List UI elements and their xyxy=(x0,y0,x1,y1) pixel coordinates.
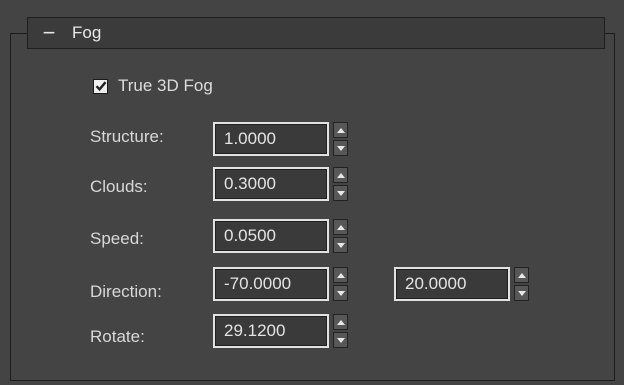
structure-input[interactable]: 1.0000 xyxy=(213,122,329,156)
true-3d-fog-checkbox[interactable] xyxy=(93,78,108,94)
speed-input[interactable]: 0.0500 xyxy=(213,219,329,253)
structure-label: Structure: xyxy=(90,127,164,146)
direction-spin-buttons-1 xyxy=(333,267,348,301)
direction-spinner-2: 20.0000 xyxy=(394,267,529,301)
speed-increment-button[interactable] xyxy=(333,219,348,235)
triangle-up-icon xyxy=(336,224,345,230)
direction-2-increment-button[interactable] xyxy=(514,267,529,283)
rollout-header[interactable]: − Fog xyxy=(27,17,605,49)
speed-label: Speed: xyxy=(90,229,144,248)
triangle-up-icon xyxy=(517,272,526,278)
triangle-down-icon xyxy=(336,190,345,196)
fog-rollout-panel: − Fog True 3D Fog Structure: 1.0000 Clou… xyxy=(0,0,624,385)
clouds-spinner: 0.3000 xyxy=(213,167,348,201)
rotate-increment-button[interactable] xyxy=(333,314,348,330)
true-3d-fog-checkbox-row[interactable]: True 3D Fog xyxy=(93,76,213,96)
clouds-spin-buttons xyxy=(333,167,348,201)
direction-spin-buttons-2 xyxy=(514,267,529,301)
clouds-decrement-button[interactable] xyxy=(333,185,348,201)
direction-label: Direction: xyxy=(90,282,162,301)
triangle-up-icon xyxy=(336,272,345,278)
triangle-down-icon xyxy=(336,337,345,343)
triangle-up-icon xyxy=(336,319,345,325)
rollout-title: Fog xyxy=(72,23,102,42)
structure-spinner: 1.0000 xyxy=(213,122,348,156)
structure-spin-buttons xyxy=(333,122,348,156)
triangle-down-icon xyxy=(336,290,345,296)
checkmark-icon xyxy=(95,81,106,92)
clouds-label: Clouds: xyxy=(90,177,148,196)
structure-increment-button[interactable] xyxy=(333,122,348,138)
rotate-input[interactable]: 29.1200 xyxy=(213,314,329,348)
triangle-up-icon xyxy=(336,172,345,178)
direction-spinner-1: -70.0000 xyxy=(213,267,348,301)
rotate-spinner: 29.1200 xyxy=(213,314,348,348)
rotate-decrement-button[interactable] xyxy=(333,332,348,348)
clouds-increment-button[interactable] xyxy=(333,167,348,183)
structure-decrement-button[interactable] xyxy=(333,140,348,156)
direction-1-increment-button[interactable] xyxy=(333,267,348,283)
direction-input-2[interactable]: 20.0000 xyxy=(394,267,510,301)
speed-decrement-button[interactable] xyxy=(333,237,348,253)
direction-2-decrement-button[interactable] xyxy=(514,285,529,301)
rotate-spin-buttons xyxy=(333,314,348,348)
triangle-down-icon xyxy=(336,145,345,151)
clouds-input[interactable]: 0.3000 xyxy=(213,167,329,201)
rotate-label: Rotate: xyxy=(90,327,145,346)
collapse-icon[interactable]: − xyxy=(36,18,62,48)
triangle-down-icon xyxy=(336,242,345,248)
true-3d-fog-label: True 3D Fog xyxy=(118,76,213,95)
speed-spinner: 0.0500 xyxy=(213,219,348,253)
speed-spin-buttons xyxy=(333,219,348,253)
direction-1-decrement-button[interactable] xyxy=(333,285,348,301)
triangle-up-icon xyxy=(336,127,345,133)
direction-input-1[interactable]: -70.0000 xyxy=(213,267,329,301)
triangle-down-icon xyxy=(517,290,526,296)
